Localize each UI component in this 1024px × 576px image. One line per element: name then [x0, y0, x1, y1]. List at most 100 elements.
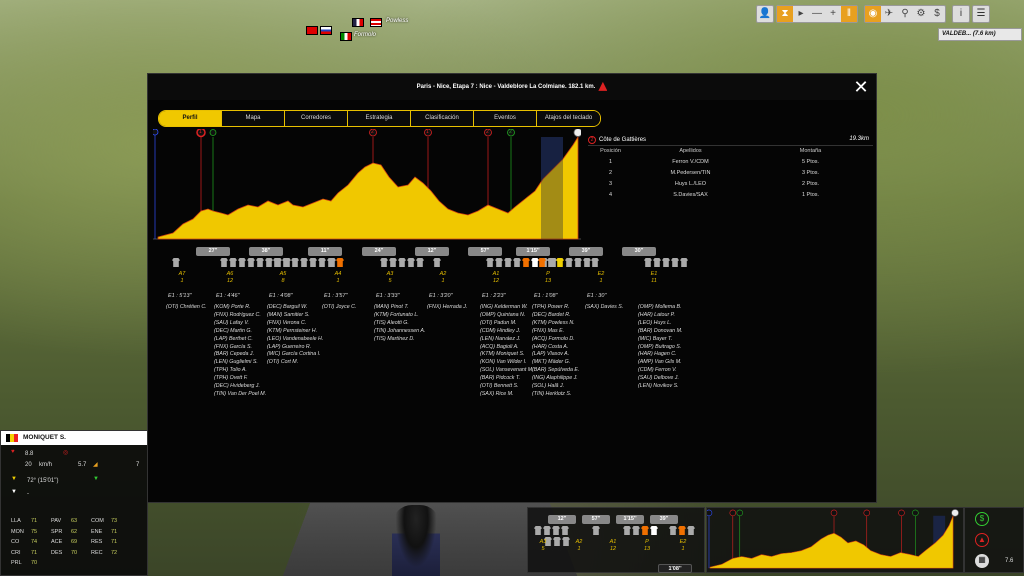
- rider-name-item[interactable]: (KTM) Moniquet S.: [480, 351, 534, 359]
- group-jerseys[interactable]: [380, 258, 425, 268]
- tab-estrategia[interactable]: Estrategia: [348, 111, 411, 126]
- rider-name-item[interactable]: (SAX) Davies S.: [585, 304, 623, 312]
- rider-name-item[interactable]: (BAR) Pidcock T.: [480, 375, 534, 383]
- rider-name-item[interactable]: (BAR) Cepeda J.: [214, 351, 266, 359]
- group-time: E1 : 3'33'': [376, 293, 400, 299]
- rider-name-item[interactable]: (DEC) Martin G.: [214, 328, 266, 336]
- eye-icon[interactable]: ◉: [865, 6, 881, 22]
- rider-name-item[interactable]: (ING) Alaphilippe J.: [532, 375, 579, 383]
- rider-name-item[interactable]: (HAR) Hagen C.: [638, 351, 682, 359]
- rider-name-item[interactable]: (LEN) Novikov S.: [638, 383, 682, 391]
- rider-name-item[interactable]: (TIN) Herklotz S.: [532, 391, 579, 399]
- group-riders: (OTI) Chrétien C.: [166, 304, 207, 312]
- rider-name-item[interactable]: (ING) Kelderman W.: [480, 304, 534, 312]
- dollar-icon[interactable]: $: [929, 6, 945, 22]
- rider-name-item[interactable]: (OTI) Bennett S.: [480, 383, 534, 391]
- gear-icon[interactable]: ⚙: [913, 6, 929, 22]
- rider-name-item[interactable]: (CDM) Ferron V.: [638, 367, 682, 375]
- rider-name-item[interactable]: (OTI) Cort M.: [267, 359, 323, 367]
- rider-name-item[interactable]: (LAP) Vlasov A.: [532, 351, 579, 359]
- group-jerseys[interactable]: [644, 258, 689, 268]
- tab-eventos[interactable]: Eventos: [474, 111, 537, 126]
- group-jerseys[interactable]: [433, 258, 442, 268]
- rider-name-item[interactable]: (OMP) Buitrago S.: [638, 344, 682, 352]
- rider-name-item[interactable]: (OTI) Joyce C.: [322, 304, 356, 312]
- rider-name-item[interactable]: (OTI) Padun M.: [480, 320, 534, 328]
- rider-name-item[interactable]: (TIS) Aleotti G.: [374, 320, 425, 328]
- rider-name-item[interactable]: (SAU) Delbove J.: [638, 375, 682, 383]
- rider-name-item[interactable]: (LEN) Narváez J.: [480, 336, 534, 344]
- plus-icon[interactable]: +: [825, 6, 841, 22]
- minus-icon[interactable]: —: [809, 6, 825, 22]
- rider-name-item[interactable]: (FNX) Verona C.: [267, 320, 323, 328]
- rider-name-item[interactable]: (LAP) Guerreiro R.: [267, 344, 323, 352]
- rider-name-item[interactable]: (MAN) Samitier S.: [267, 312, 323, 320]
- rider-name-item[interactable]: (FNX) Herrada J.: [427, 304, 467, 312]
- rider-name-item[interactable]: (FNX) García S.: [214, 344, 266, 352]
- finish-flag-icon[interactable]: ▦: [975, 554, 989, 568]
- rider-name-item[interactable]: (TIN) Johannessen A.: [374, 328, 425, 336]
- rider-name-item[interactable]: (SAU) Lafay V.: [214, 320, 266, 328]
- rider-name-item[interactable]: (KTM) Fortunato L.: [374, 312, 425, 320]
- rider-name-item[interactable]: (SAX) Rice M.: [480, 391, 534, 399]
- tab-corredores[interactable]: Corredores: [285, 111, 348, 126]
- rider-name-item[interactable]: (MAN) Pinot T.: [374, 304, 425, 312]
- rider-name-item[interactable]: (ACQ) Formolo D.: [532, 336, 579, 344]
- mini-profile[interactable]: [705, 507, 964, 573]
- tab-atajos[interactable]: Atajos del teclado: [537, 111, 600, 126]
- rider-name-item[interactable]: (TPH) Ovett F.: [214, 375, 266, 383]
- rider-name-item[interactable]: (OTI) Chrétien C.: [166, 304, 207, 312]
- rider-name-item[interactable]: (DEC) Barguil W.: [267, 304, 323, 312]
- pause-icon[interactable]: ǁ: [841, 6, 857, 22]
- rider-name-item[interactable]: (KTM) Pernsteiner H.: [267, 328, 323, 336]
- rider-name-item[interactable]: (MIC) García Cortina I.: [267, 351, 323, 359]
- mountain-circle-icon[interactable]: ▲: [975, 533, 989, 547]
- play-icon[interactable]: ▸: [793, 6, 809, 22]
- rider-name-item[interactable]: (KTM) Powless N.: [532, 320, 579, 328]
- close-icon[interactable]: ✕: [852, 78, 870, 96]
- rider-name-item[interactable]: (KON) Van Wilder I.: [480, 359, 534, 367]
- rider-name-item[interactable]: (AMP) Van Gils M.: [638, 359, 682, 367]
- hourglass-icon[interactable]: ⧗: [777, 6, 793, 22]
- rider-name-item[interactable]: (BAR) Donovan M.: [638, 328, 682, 336]
- group-jerseys[interactable]: [591, 258, 600, 268]
- rider-name-item[interactable]: (LEO) Huys L.: [638, 320, 682, 328]
- rider-name-item[interactable]: (FNX) Mas E.: [532, 328, 579, 336]
- rider-name-item[interactable]: (LAP) Berthet C.: [214, 336, 266, 344]
- rider-name-item[interactable]: (FNX) Rodríguez C.: [214, 312, 266, 320]
- dollar-circle-icon[interactable]: $: [975, 512, 989, 526]
- rider-name-item[interactable]: (OMP) Quintana N.: [480, 312, 534, 320]
- group-jerseys[interactable]: [328, 258, 337, 268]
- rider-name-item[interactable]: (MIC) Bayer T.: [638, 336, 682, 344]
- tab-perfil[interactable]: Perfil: [159, 111, 222, 126]
- rider-card-title[interactable]: MONIQUET S.: [1, 431, 147, 445]
- rider-name-item[interactable]: (TPH) Power R.: [532, 304, 579, 312]
- rider-name-item[interactable]: (BAR) Sepúlveda E.: [532, 367, 579, 375]
- rider-name-item[interactable]: (MKT) Mäder G.: [532, 359, 579, 367]
- rider-name-item[interactable]: (LEN) Guglielmi S.: [214, 359, 266, 367]
- menu-icon[interactable]: ☰: [972, 5, 990, 23]
- rider-name-item[interactable]: (TIN) Van Der Poel M.: [214, 391, 266, 399]
- stage-profile[interactable]: 1 2 1 2 2: [153, 129, 581, 241]
- helicopter-icon[interactable]: ✈: [881, 6, 897, 22]
- rider-name-item[interactable]: (SOL) Hală J.: [532, 383, 579, 391]
- rider-name-item[interactable]: (ACQ) Bagioli A.: [480, 344, 534, 352]
- rider-name-item[interactable]: (SOL) Vansevenant M.: [480, 367, 534, 375]
- group-jerseys[interactable]: [538, 258, 592, 268]
- rider-name-item[interactable]: (OMP) Mollema B.: [638, 304, 682, 312]
- rider-name-item[interactable]: (TPH) Tolio A.: [214, 367, 266, 375]
- rider-icon[interactable]: 👤: [756, 5, 774, 23]
- rider-name-item[interactable]: (DEC) Bardet R.: [532, 312, 579, 320]
- rider-name-item[interactable]: (KOM) Porte R.: [214, 304, 266, 312]
- tab-mapa[interactable]: Mapa: [222, 111, 285, 126]
- group-jerseys[interactable]: [172, 258, 181, 268]
- tab-clasificacion[interactable]: Clasificación: [411, 111, 474, 126]
- moto-icon[interactable]: ⚲: [897, 6, 913, 22]
- rider-name-item[interactable]: (TIS) Martínez D.: [374, 336, 425, 344]
- rider-name-item[interactable]: (CDM) Hindley J.: [480, 328, 534, 336]
- info-icon[interactable]: i: [952, 5, 970, 23]
- rider-name-item[interactable]: (HAR) Latour P.: [638, 312, 682, 320]
- rider-name-item[interactable]: (LEO) Vandenabeele H.: [267, 336, 323, 344]
- rider-name-item[interactable]: (DEC) Hvideberg J.: [214, 383, 266, 391]
- rider-name-item[interactable]: (HAR) Costa A.: [532, 344, 579, 352]
